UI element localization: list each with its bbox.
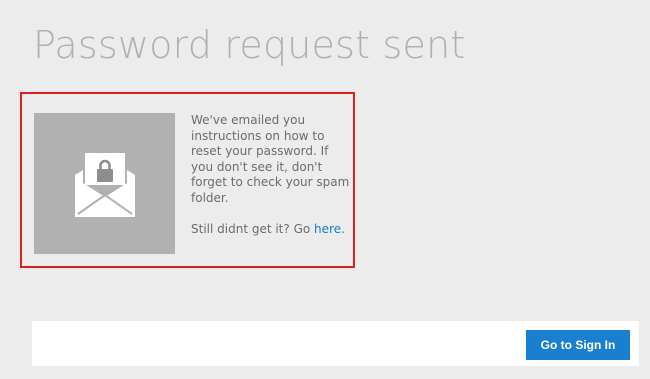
here-link[interactable]: here xyxy=(314,222,341,236)
envelope-image xyxy=(34,113,175,254)
message-paragraph: We've emailed you instructions on how to… xyxy=(191,113,350,205)
go-to-sign-in-button[interactable]: Go to Sign In xyxy=(526,330,630,360)
page-title: Password request sent xyxy=(33,23,466,67)
envelope-lock-icon xyxy=(75,153,135,217)
info-box: We've emailed you instructions on how to… xyxy=(20,92,355,268)
still-suffix: . xyxy=(341,222,345,236)
still-prefix: Still didnt get it? Go xyxy=(191,222,315,236)
footer-bar: Go to Sign In xyxy=(32,321,639,366)
still-didnt-get-it: Still didnt get it? Go here. xyxy=(191,222,353,238)
message-text: We've emailed you instructions on how to… xyxy=(191,113,353,238)
